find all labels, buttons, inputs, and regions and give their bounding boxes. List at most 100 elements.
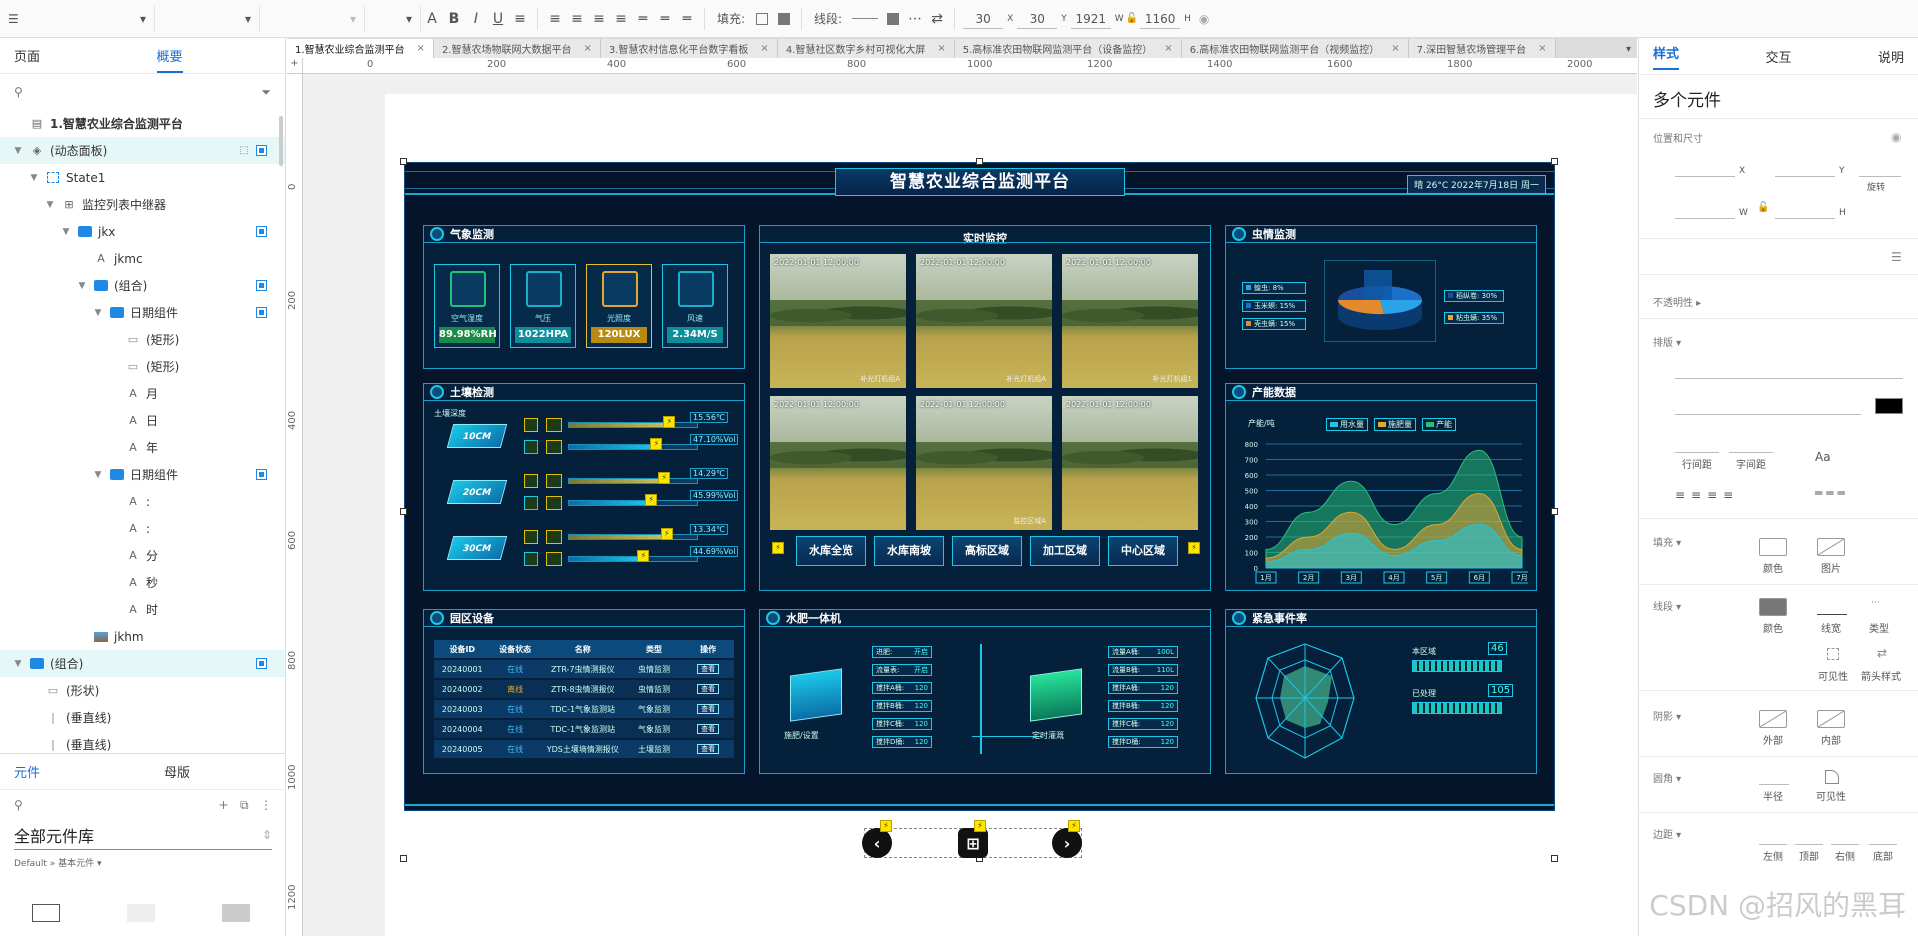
tree-item[interactable]: A日 — [0, 407, 285, 434]
selection-handle[interactable] — [400, 855, 407, 862]
tree-item[interactable]: ▭ (矩形) — [0, 326, 285, 353]
eye-icon[interactable]: ◉ — [1199, 12, 1209, 26]
valign-middle-icon[interactable]: ═ — [654, 8, 676, 30]
line-type-picker[interactable]: ⋯ — [1871, 598, 1889, 608]
pad-right-input[interactable] — [1831, 844, 1859, 845]
tab-outline[interactable]: 概要 — [143, 46, 286, 73]
tree-item[interactable]: A时 — [0, 596, 285, 623]
view-button[interactable]: 查看 — [697, 744, 720, 754]
tree-item[interactable]: ▼ State1 — [0, 164, 285, 191]
arrow-style-icon[interactable]: ⇄ — [1877, 646, 1887, 660]
visibility-checkbox[interactable] — [256, 145, 267, 156]
line-color-icon[interactable] — [882, 8, 904, 30]
tree-item[interactable]: ▤ 1.智慧农业综合监测平台 — [0, 110, 285, 137]
opacity-label[interactable]: 不透明性 ▸ — [1653, 294, 1701, 309]
line-section-label[interactable]: 线段 ▾ — [1653, 598, 1681, 613]
table-row[interactable]: 20240002 离线 ZTR-8虫情测报仪 虫情监测 查看 — [434, 680, 734, 698]
line-style-icon[interactable]: ⋯ — [904, 8, 926, 30]
outer-shadow-swatch[interactable] — [1759, 710, 1787, 728]
tree-item[interactable]: | (垂直线) — [0, 704, 285, 731]
camera-feed[interactable]: 2022-01-01 12:00:00 补光灯机组A — [770, 254, 906, 388]
page-tab[interactable]: 6.高标准农田物联网监测平台（视频监控） × — [1181, 39, 1409, 58]
font-weight-input[interactable] — [1675, 414, 1825, 415]
tree-item[interactable]: A: — [0, 488, 285, 515]
library-dropdown[interactable]: 全部元件库 ⇕ — [14, 820, 272, 850]
close-icon[interactable]: × — [1391, 43, 1399, 54]
tab-widgets[interactable]: 元件 — [0, 762, 150, 781]
font-color-swatch[interactable] — [1875, 398, 1903, 414]
format-icon[interactable]: ☰ — [1891, 250, 1902, 264]
fill-color-swatch[interactable] — [1759, 538, 1787, 556]
camera-feed[interactable]: 2022-01-01 12:00:00 — [770, 396, 906, 530]
x-input[interactable] — [1675, 176, 1735, 177]
search-icon[interactable]: ⚲ — [14, 798, 23, 812]
prev-arrow-icon[interactable]: ‹ — [862, 828, 892, 858]
fill-image-swatch[interactable] — [1817, 538, 1845, 556]
tree-item[interactable]: A秒 — [0, 569, 285, 596]
radius-section-label[interactable]: 圆角 ▾ — [1653, 770, 1681, 785]
valign-bottom-icon[interactable]: ═ — [676, 8, 698, 30]
close-icon[interactable]: × — [937, 43, 945, 54]
visibility-checkbox[interactable] — [256, 658, 267, 669]
view-button[interactable]: 查看 — [697, 664, 720, 674]
tree-item[interactable]: ▼ jkx — [0, 218, 285, 245]
tree-item[interactable]: ▼ ⊞ 监控列表中继器 — [0, 191, 285, 218]
selection-handle[interactable] — [400, 508, 407, 515]
state-icon[interactable]: ⬚ — [240, 145, 249, 156]
inner-shadow-swatch[interactable] — [1817, 710, 1845, 728]
dashboard-mockup[interactable]: 智慧农业综合监测平台 晴 26°C 2022年7月18日 周一 气象监测 空气湿… — [404, 162, 1555, 811]
caret-down-icon[interactable]: ▼ — [12, 146, 24, 156]
font-family-input[interactable] — [1675, 378, 1903, 379]
selection-handle[interactable] — [1551, 855, 1558, 862]
tab-style[interactable]: 样式 — [1653, 43, 1680, 70]
tree-item[interactable]: ▼ 日期组件 — [0, 461, 285, 488]
chevron-down-icon[interactable]: ▾ — [1620, 44, 1637, 58]
page-tab[interactable]: 3.智慧农村信息化平台数字看板 × — [600, 39, 778, 58]
vertical-align-icons[interactable]: ═══ — [1815, 486, 1849, 500]
font-size-dropdown[interactable]: ▾ — [365, 5, 421, 32]
box-widget[interactable] — [32, 904, 60, 922]
table-row[interactable]: 20240005 在线 YDS土壤墒情测报仪 土壤监测 查看 — [434, 740, 734, 758]
shadow-section-label[interactable]: 阴影 ▾ — [1653, 708, 1681, 723]
h-field[interactable]: 1160 — [1140, 9, 1181, 29]
page-tab[interactable]: 2.智慧农场物联网大数据平台 × — [433, 39, 601, 58]
font-dropdown[interactable]: ▾ — [155, 5, 260, 32]
y-field[interactable]: 30 — [1017, 9, 1058, 29]
corner-icon[interactable] — [1825, 770, 1839, 784]
w-field[interactable]: 1921 — [1070, 9, 1111, 29]
add-icon[interactable]: + — [218, 798, 228, 812]
font-style-dropdown[interactable]: ▾ — [260, 5, 365, 32]
eye-icon[interactable]: ◉ — [1891, 130, 1901, 144]
search-icon[interactable]: ⚲ — [14, 85, 23, 99]
view-button[interactable]: 查看 — [697, 724, 720, 734]
visibility-checkbox[interactable] — [256, 469, 267, 480]
tree-item[interactable]: Ajkmc — [0, 245, 285, 272]
line-spacing-input[interactable] — [1675, 452, 1719, 453]
line-sample[interactable] — [852, 18, 879, 19]
style-dropdown[interactable]: ☰ ▾ — [0, 5, 155, 32]
tab-pages[interactable]: 页面 — [0, 46, 143, 65]
close-icon[interactable]: × — [760, 43, 768, 54]
tab-notes[interactable]: 说明 — [1878, 47, 1904, 66]
tree-item[interactable]: A年 — [0, 434, 285, 461]
next-arrow-icon[interactable]: › — [1052, 828, 1082, 858]
tree-item[interactable]: ▭ (矩形) — [0, 353, 285, 380]
table-row[interactable]: 20240003 在线 TDC-1气象监测站 气象监测 查看 — [434, 700, 734, 718]
zone-button[interactable]: 高标区域 — [952, 536, 1022, 566]
radius-input[interactable] — [1759, 784, 1789, 785]
line-color-swatch[interactable] — [1759, 598, 1787, 616]
zone-button[interactable]: 中心区域 — [1108, 536, 1178, 566]
page-tab[interactable]: 4.智慧社区数字乡村可视化大屏 × — [777, 39, 955, 58]
close-icon[interactable]: × — [583, 43, 591, 54]
arrow-style-icon[interactable]: ⇄ — [926, 8, 948, 30]
copy-icon[interactable]: ⧉ — [240, 798, 249, 812]
caret-down-icon[interactable]: ▼ — [92, 470, 104, 480]
text-case-icon[interactable]: Aa — [1815, 450, 1831, 464]
table-row[interactable]: 20240001 在线 ZTR-7虫情测报仪 虫情监测 查看 — [434, 660, 734, 678]
align-center-icon[interactable]: ≡ — [566, 8, 588, 30]
pad-top-input[interactable] — [1795, 844, 1823, 845]
justify-icon[interactable]: ≡ — [610, 8, 632, 30]
y-input[interactable] — [1775, 176, 1835, 177]
camera-feed[interactable]: 2022-01-01 12:00:00 监控区域A — [916, 396, 1052, 530]
tree-item[interactable]: A分 — [0, 542, 285, 569]
